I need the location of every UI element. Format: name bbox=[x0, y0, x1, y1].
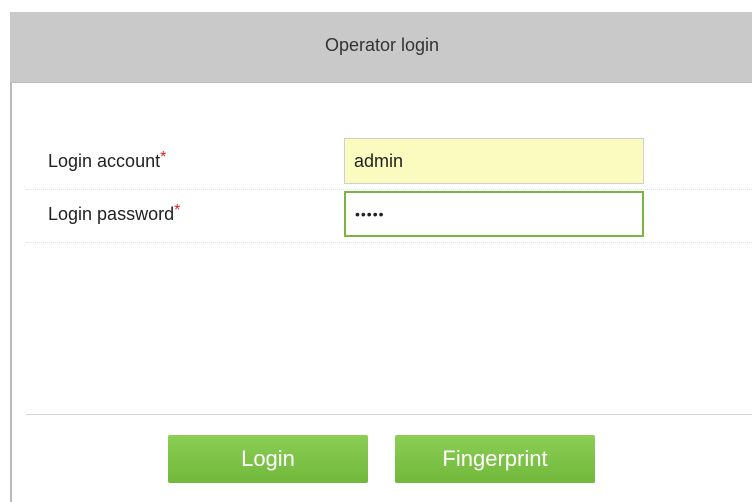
login-account-input[interactable] bbox=[344, 138, 644, 184]
login-password-input[interactable] bbox=[344, 191, 644, 237]
required-asterisk: * bbox=[160, 149, 167, 166]
dialog-title: Operator login bbox=[324, 35, 440, 55]
login-password-row: Login password* bbox=[26, 190, 752, 243]
login-account-label-text: Login account bbox=[48, 151, 161, 171]
operator-login-dialog: Operator login Login account* Login pass… bbox=[10, 12, 752, 502]
login-account-label: Login account* bbox=[48, 149, 167, 172]
login-account-row: Login account* bbox=[26, 137, 752, 190]
login-password-label-text: Login password bbox=[48, 204, 175, 224]
dialog-titlebar: Operator login bbox=[10, 12, 752, 83]
login-button[interactable]: Login bbox=[168, 435, 368, 483]
footer-divider bbox=[26, 414, 752, 415]
fingerprint-button[interactable]: Fingerprint bbox=[395, 435, 595, 483]
required-asterisk: * bbox=[174, 202, 181, 219]
login-password-label: Login password* bbox=[48, 202, 181, 225]
